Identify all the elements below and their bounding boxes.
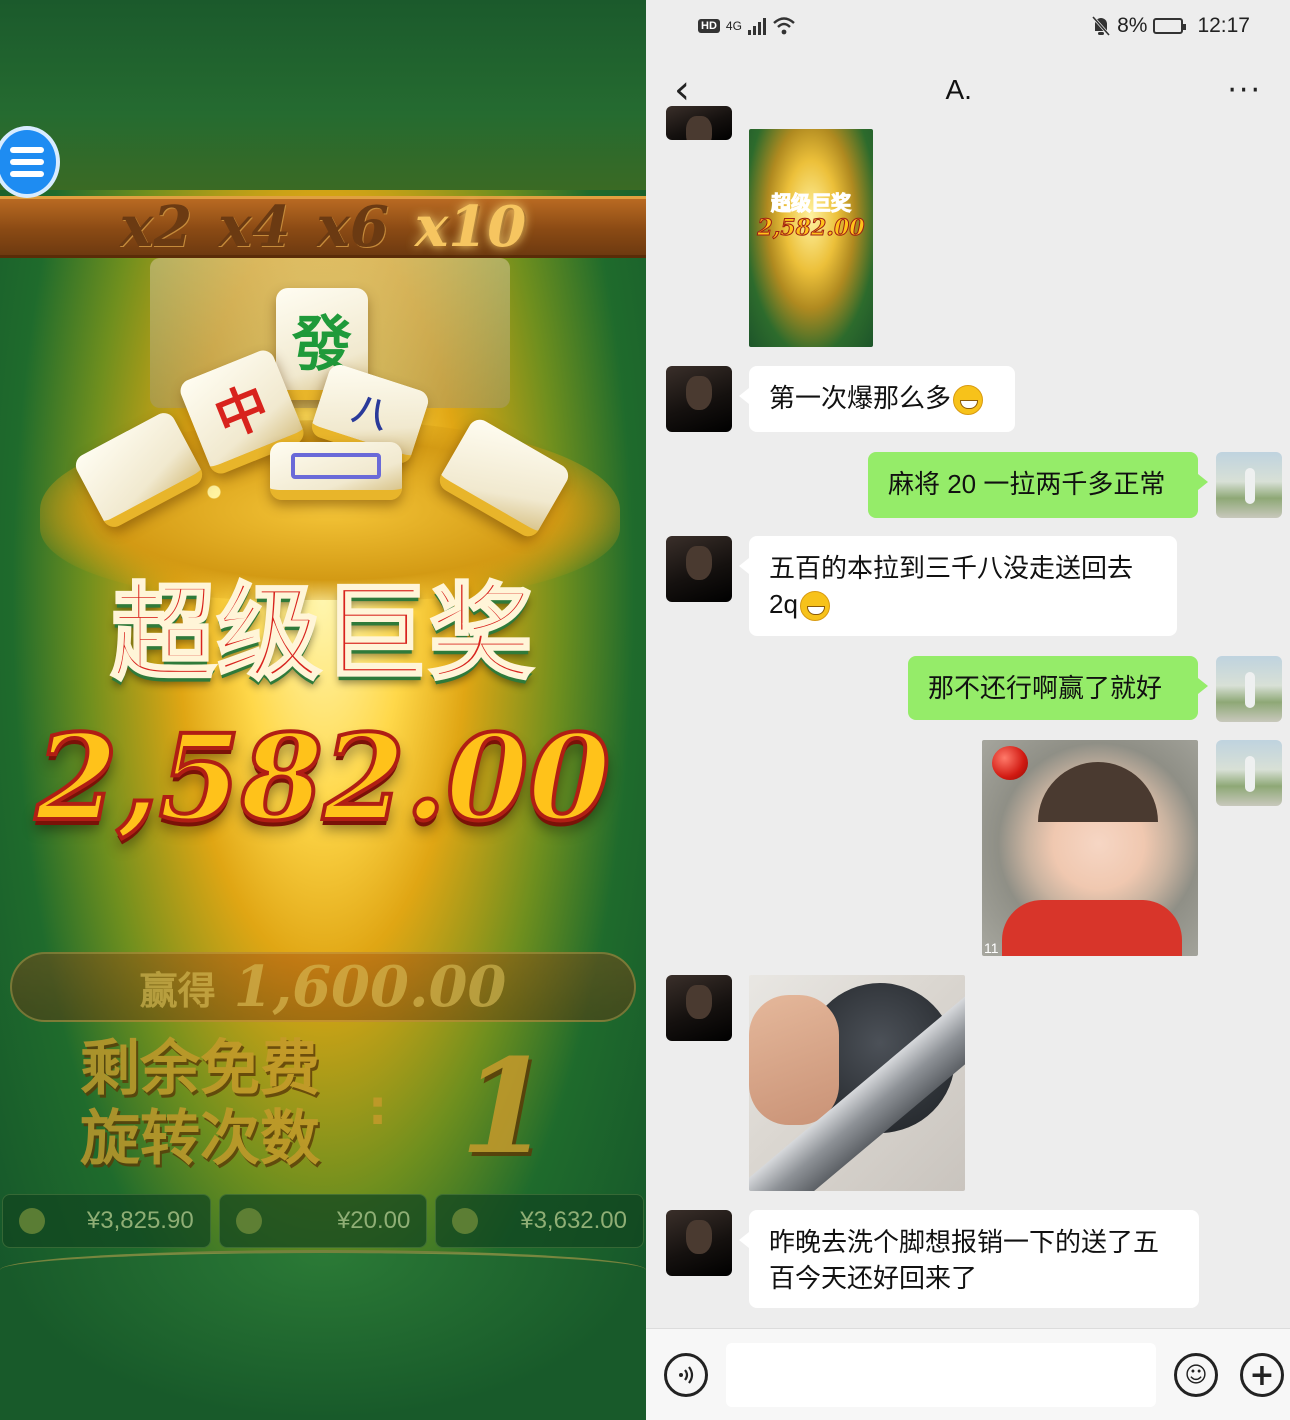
friend-avatar[interactable] — [666, 106, 732, 140]
network-type: 4G — [725, 19, 742, 33]
total-win-value: ¥3,632.00 — [520, 1207, 628, 1234]
message-input[interactable] — [726, 1343, 1156, 1407]
wifi-icon — [773, 17, 795, 35]
image-message-baby[interactable]: 11 — [982, 740, 1198, 956]
plus-icon: + — [1249, 1357, 1275, 1393]
message-bubble-incoming[interactable]: 五百的本拉到三千八没走送回去 2q — [739, 536, 1177, 636]
bet-value: ¥20.00 — [336, 1207, 411, 1234]
game-stats-bar: ¥3,825.90 ¥20.00 ¥3,632.00 — [0, 1194, 646, 1248]
battery-percent: 8% — [1117, 14, 1148, 37]
message-text-line2: 2q — [769, 589, 798, 619]
multiplier-x6: x6 — [316, 194, 389, 260]
mahjong-tile-white — [270, 442, 402, 500]
game-footer — [0, 1250, 646, 1420]
more-functions-button[interactable]: + — [1240, 1353, 1284, 1397]
dizzy-emoji-icon — [799, 591, 830, 622]
coin-stack-icon — [235, 1208, 262, 1234]
status-left: HD 4G — [698, 16, 796, 36]
message-text-line1: 五百的本拉到三千八没走送回去 — [769, 553, 1134, 583]
more-options-button[interactable]: ··· — [1227, 73, 1262, 108]
emoji-button[interactable]: ☺ — [1174, 1353, 1218, 1397]
message-bubble-outgoing[interactable]: 那不还行啊赢了就好 — [908, 656, 1208, 720]
menu-icon-line — [10, 171, 44, 177]
win-amount: 1,600.00 — [233, 954, 507, 1020]
message-bubble-incoming[interactable]: 昨晚去洗个脚想报销一下的送了五 百今天还好回来了 — [739, 1210, 1199, 1308]
signal-icon — [747, 17, 766, 35]
chat-screen: HD 4G 8% 12:17 ‹ A. ··· 超级巨奖 2,582.00 第一… — [646, 0, 1290, 1420]
free-spins-count: 1 — [460, 1030, 551, 1183]
message-text: 第一次爆那么多 — [769, 383, 952, 413]
chat-input-bar: ☺ + — [646, 1328, 1290, 1420]
friend-avatar[interactable] — [666, 536, 732, 602]
thumb-jackpot-amount: 2,582.00 — [757, 215, 865, 242]
photo-hand — [749, 995, 839, 1125]
voice-icon — [679, 1366, 694, 1384]
message-text-line1: 昨晚去洗个脚想报销一下的送了五 — [769, 1227, 1160, 1257]
emoji-icon: ☺ — [1184, 1362, 1208, 1388]
hd-badge: HD — [698, 19, 720, 33]
chat-title: A. — [945, 74, 972, 105]
menu-icon-line — [10, 159, 44, 165]
my-avatar[interactable] — [1216, 656, 1282, 722]
my-avatar[interactable] — [1216, 740, 1282, 806]
multiplier-x2: x2 — [119, 194, 193, 260]
win-stat: ¥3,632.00 — [435, 1194, 645, 1248]
multiplier-bar: x2 x4 x6 x10 — [0, 194, 646, 260]
photo-corner-text: 11 — [984, 940, 999, 956]
game-top-background — [0, 0, 646, 190]
free-spins-colon: : — [368, 1080, 388, 1136]
free-spins-label-line2: 旋转次数 — [80, 1104, 320, 1174]
status-right: 8% 12:17 — [1091, 14, 1250, 38]
status-bar: HD 4G 8% 12:17 — [646, 0, 1290, 52]
clock: 12:17 — [1197, 14, 1250, 37]
chat-header: ‹ A. ··· — [646, 52, 1290, 128]
message-text-line2: 百今天还好回来了 — [769, 1263, 978, 1293]
battery-icon — [1153, 18, 1187, 34]
bet-stat[interactable]: ¥20.00 — [218, 1194, 428, 1248]
apple-sticker-icon — [992, 746, 1028, 780]
grin-emoji-icon — [953, 385, 984, 416]
free-spins-label-line1: 剩余免费 — [80, 1034, 320, 1104]
win-chest-icon — [452, 1208, 479, 1234]
voice-input-button[interactable] — [664, 1353, 708, 1397]
thumb-jackpot-title: 超级巨奖 — [771, 191, 852, 216]
balance-value: ¥3,825.90 — [86, 1207, 194, 1234]
photo-hair — [1038, 762, 1158, 822]
free-spins-label: 剩余免费 旋转次数 — [80, 1034, 380, 1174]
image-message-jackpot[interactable]: 超级巨奖 2,582.00 — [749, 129, 873, 347]
my-avatar[interactable] — [1216, 452, 1282, 518]
game-screenshot-panel: x2 x4 x6 x10 發 中 八 超级巨奖 2,582.00 赢得 1,60… — [0, 0, 646, 1420]
balance-stat: ¥3,825.90 — [2, 1194, 211, 1248]
win-label: 赢得 — [139, 967, 216, 1013]
multiplier-x10: x10 — [414, 194, 527, 260]
photo-red-shirt — [1002, 900, 1182, 956]
win-amount-band: 赢得 1,600.00 — [10, 952, 636, 1022]
menu-icon-line — [10, 147, 44, 153]
jackpot-amount: 2,582.00 — [34, 706, 613, 849]
message-text: 麻将 20 一拉两千多正常 — [888, 469, 1166, 499]
bell-muted-icon — [1091, 16, 1111, 36]
friend-avatar[interactable] — [666, 366, 732, 432]
white-dragon-frame — [291, 453, 381, 479]
message-text: 那不还行啊赢了就好 — [928, 673, 1163, 703]
image-message-cat[interactable] — [749, 975, 965, 1191]
message-bubble-outgoing[interactable]: 麻将 20 一拉两千多正常 — [868, 452, 1208, 518]
friend-avatar[interactable] — [666, 1210, 732, 1276]
friend-avatar[interactable] — [666, 975, 732, 1041]
message-bubble-incoming[interactable]: 第一次爆那么多 — [739, 366, 1015, 432]
wallet-icon — [19, 1208, 45, 1234]
multiplier-x4: x4 — [218, 194, 291, 260]
jackpot-title: 超级巨奖 — [109, 570, 535, 696]
